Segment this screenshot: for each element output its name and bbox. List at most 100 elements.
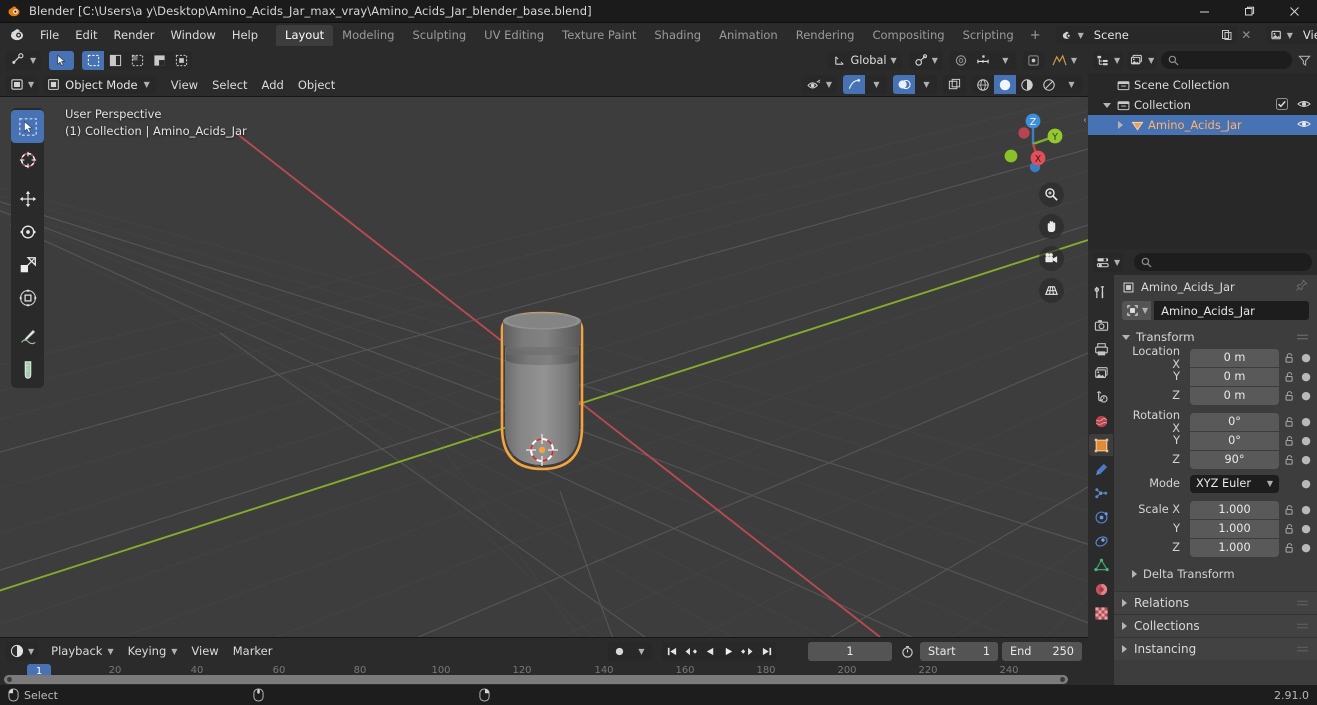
animate-property-dot-icon[interactable]: ●	[1301, 415, 1311, 428]
camera-view-icon[interactable]	[1039, 246, 1064, 271]
rotation-y-field[interactable]: 0°	[1190, 431, 1279, 450]
object-datablock-dropdown[interactable]: ▼	[1122, 301, 1152, 320]
minimize-button[interactable]	[1182, 0, 1227, 23]
object-type-visibility-icon[interactable]: ▼	[801, 75, 837, 94]
play-button[interactable]	[719, 642, 738, 661]
show-overlays-icon[interactable]	[893, 75, 915, 94]
render-tab[interactable]	[1089, 314, 1113, 336]
expander-expand-icon[interactable]	[1132, 570, 1137, 578]
move-tool[interactable]	[11, 182, 44, 215]
viewport-canvas[interactable]	[0, 97, 1088, 637]
rotation-z-field[interactable]: 90°	[1190, 450, 1279, 469]
visibility-eye-icon[interactable]	[1297, 118, 1311, 133]
rotation-x-field[interactable]: 0°	[1190, 412, 1279, 431]
outliner-row-collection[interactable]: Collection	[1088, 95, 1317, 115]
chevron-down-icon[interactable]: ▼	[1060, 75, 1082, 94]
blender-menu-icon[interactable]	[8, 25, 28, 45]
timeline-menu-view[interactable]: View	[184, 642, 225, 660]
expander-collapse-icon[interactable]	[1102, 102, 1111, 108]
object-tab[interactable]	[1089, 434, 1113, 456]
outliner-tree[interactable]: Scene Collection Collection Amino_Acids_…	[1088, 73, 1317, 249]
properties-search-input[interactable]	[1134, 253, 1312, 271]
lock-icon[interactable]	[1283, 435, 1297, 447]
outliner-row-scene-collection[interactable]: Scene Collection	[1088, 75, 1317, 95]
toggle-xray-icon[interactable]	[943, 75, 966, 94]
jump-next-keyframe-button[interactable]	[738, 642, 757, 661]
shading-material-preview-icon[interactable]	[1016, 75, 1038, 94]
menu-file[interactable]: File	[32, 25, 67, 45]
proportional-edit-icon[interactable]	[949, 50, 972, 70]
new-scene-button[interactable]	[1217, 26, 1237, 44]
animate-property-dot-icon[interactable]: ●	[1301, 434, 1311, 447]
editor-type-icon[interactable]: ▼	[6, 75, 39, 94]
viewport-menu-object[interactable]: Object	[291, 76, 342, 94]
scale-z-field[interactable]: 1.000	[1190, 538, 1279, 557]
show-gizmo-icon[interactable]	[843, 75, 865, 94]
tab-layout[interactable]: Layout	[276, 24, 334, 46]
data-tab[interactable]	[1089, 554, 1113, 576]
menu-render[interactable]: Render	[106, 25, 163, 45]
annotate-tool[interactable]	[11, 320, 44, 353]
properties-editor-type-icon[interactable]: ▼	[1093, 252, 1124, 272]
view-layer-browse-icon[interactable]: ▼	[1265, 26, 1297, 44]
pin-icon[interactable]	[1295, 279, 1309, 295]
animate-property-dot-icon[interactable]: ●	[1301, 351, 1311, 364]
world-tab[interactable]	[1089, 410, 1113, 432]
lock-icon[interactable]	[1283, 352, 1297, 364]
scale-tool[interactable]	[11, 248, 44, 281]
viewport-menu-view[interactable]: View	[164, 76, 205, 94]
tab-animation[interactable]: Animation	[710, 25, 787, 46]
toggle-ortho-icon[interactable]	[1039, 278, 1064, 303]
jump-to-start-button[interactable]	[662, 642, 681, 661]
lock-icon[interactable]	[1283, 390, 1297, 402]
modifier-tab[interactable]	[1089, 458, 1113, 480]
timeline-editor-type-icon[interactable]: ▼	[6, 641, 39, 661]
lock-icon[interactable]	[1283, 371, 1297, 383]
expander-expand-icon[interactable]	[1122, 645, 1127, 653]
select-box-icon[interactable]	[82, 50, 105, 70]
lock-icon[interactable]	[1283, 542, 1297, 554]
frame-start-field[interactable]: Start 1	[920, 641, 998, 661]
lock-icon[interactable]	[1283, 454, 1297, 466]
tab-modeling[interactable]: Modeling	[333, 25, 403, 46]
select-intersect-icon[interactable]	[170, 50, 193, 70]
properties-body[interactable]: Amino_Acids_Jar ▼ Amino_Acids_Jar Transf…	[1114, 275, 1317, 685]
timeline-menu-keying[interactable]: Keying ▼	[121, 642, 185, 660]
timeline-menu-playback[interactable]: Playback ▼	[44, 642, 120, 660]
animate-property-dot-icon[interactable]: ●	[1301, 477, 1311, 490]
tool-settings-icon[interactable]: ▼	[6, 50, 42, 70]
animate-property-dot-icon[interactable]: ●	[1301, 389, 1311, 402]
sidebar-toggle-arrow-icon[interactable]: ‹	[1083, 115, 1087, 126]
outliner-row-amino-acids-jar[interactable]: Amino_Acids_Jar	[1088, 115, 1317, 135]
close-button[interactable]	[1272, 0, 1317, 23]
scene-browse-icon[interactable]: ▼	[1055, 26, 1088, 44]
tool-tab[interactable]	[1089, 281, 1113, 303]
chevron-down-icon[interactable]: ▼	[630, 641, 652, 661]
proportional-falloff-icon[interactable]	[971, 50, 994, 70]
relations-panel-header[interactable]: Relations	[1114, 591, 1317, 614]
output-tab[interactable]	[1089, 338, 1113, 360]
visibility-eye-icon[interactable]	[1297, 98, 1311, 113]
scene-tab[interactable]	[1089, 386, 1113, 408]
snap-target-icon[interactable]	[1022, 50, 1045, 70]
lock-icon[interactable]	[1283, 523, 1297, 535]
jump-to-end-button[interactable]	[757, 642, 776, 661]
tab-sculpting[interactable]: Sculpting	[403, 25, 475, 46]
transform-orientation-dropdown[interactable]: Global ▼	[828, 50, 902, 70]
maximize-button[interactable]	[1227, 0, 1272, 23]
viewport-menu-add[interactable]: Add	[255, 76, 291, 94]
animate-property-dot-icon[interactable]: ●	[1301, 503, 1311, 516]
chevron-down-icon[interactable]: ▼	[915, 75, 937, 94]
rotation-mode-dropdown[interactable]: XYZ Euler ▼	[1190, 474, 1279, 493]
physics-tab[interactable]	[1089, 506, 1113, 528]
zoom-icon[interactable]	[1039, 182, 1064, 207]
delta-transform-subpanel[interactable]: Delta Transform	[1114, 563, 1317, 585]
expander-expand-icon[interactable]	[1118, 121, 1123, 129]
hand-pan-icon[interactable]	[1039, 214, 1064, 239]
instancing-panel-header[interactable]: Instancing	[1114, 637, 1317, 660]
select-difference-icon[interactable]	[148, 50, 171, 70]
menu-help[interactable]: Help	[224, 25, 266, 45]
menu-window[interactable]: Window	[162, 25, 223, 45]
unlink-scene-button[interactable]: ✕	[1237, 26, 1256, 44]
interaction-mode-dropdown[interactable]: Object Mode ▼	[43, 75, 156, 94]
